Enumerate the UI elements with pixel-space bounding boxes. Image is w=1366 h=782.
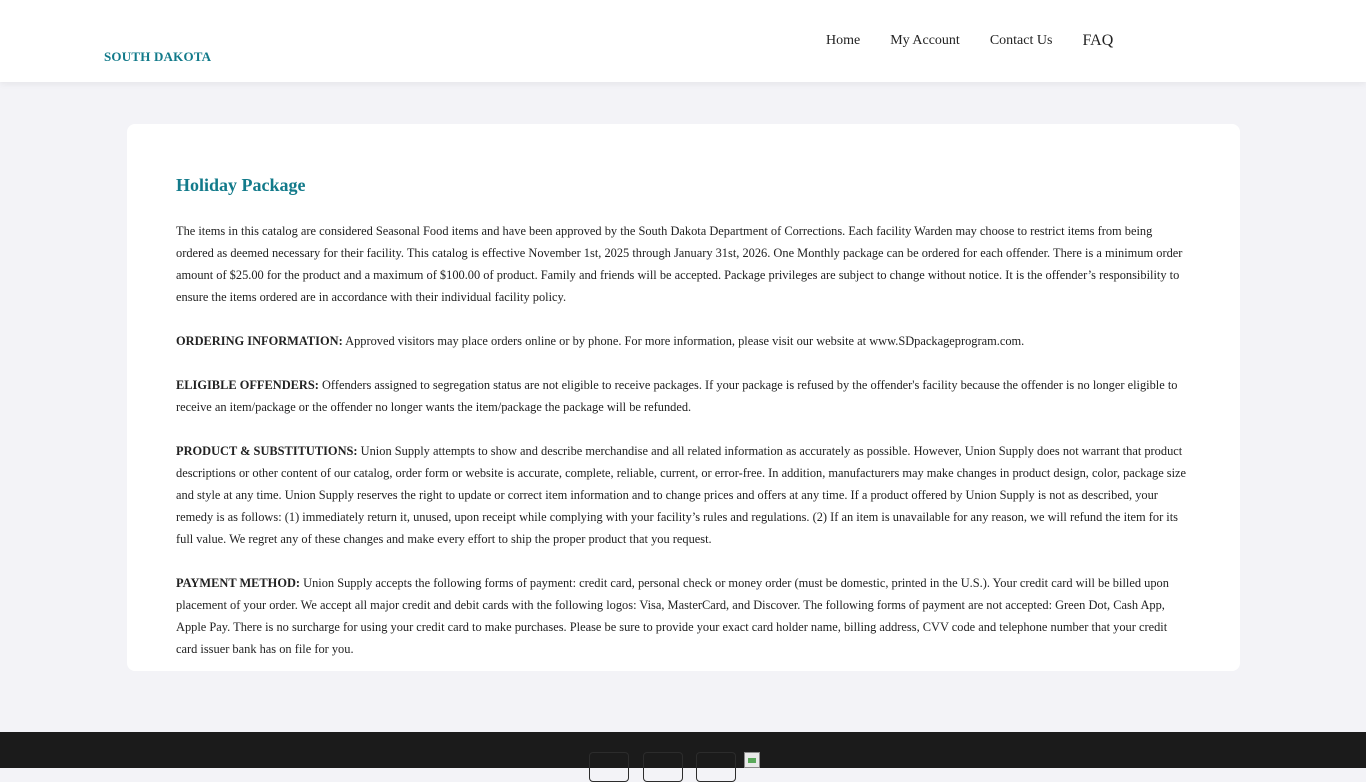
- social-icon[interactable]: [589, 752, 629, 782]
- content-card: Holiday Package The items in this catalo…: [127, 124, 1240, 671]
- payment-method-paragraph: PAYMENT METHOD: Union Supply accepts the…: [176, 572, 1191, 660]
- section-heading: ELIGIBLE OFFENDERS:: [176, 378, 319, 392]
- section-text: Union Supply accepts the following forms…: [176, 576, 1169, 656]
- nav-my-account[interactable]: My Account: [890, 33, 960, 49]
- section-heading: ORDERING INFORMATION:: [176, 334, 343, 348]
- social-icon[interactable]: [696, 752, 736, 782]
- section-text: Approved visitors may place orders onlin…: [345, 334, 1025, 348]
- eligible-offenders-paragraph: ELIGIBLE OFFENDERS: Offenders assigned t…: [176, 374, 1191, 418]
- section-heading: PAYMENT METHOD:: [176, 576, 301, 590]
- main-nav: Home My Account Contact Us FAQ: [826, 32, 1113, 50]
- section-heading: PRODUCT & SUBSTITUTIONS:: [176, 444, 358, 458]
- site-footer: [0, 732, 1366, 782]
- social-icon[interactable]: [643, 752, 683, 782]
- ordering-information-paragraph: ORDERING INFORMATION: Approved visitors …: [176, 330, 1191, 352]
- nav-faq[interactable]: FAQ: [1082, 32, 1113, 50]
- site-header: SOUTH DAKOTA Home My Account Contact Us …: [0, 0, 1366, 82]
- broken-image-icon[interactable]: [744, 752, 760, 768]
- section-text: Offenders assigned to segregation status…: [176, 378, 1178, 414]
- nav-contact-us[interactable]: Contact Us: [990, 33, 1053, 49]
- section-text: Union Supply attempts to show and descri…: [176, 444, 1187, 546]
- intro-paragraph: The items in this catalog are considered…: [176, 224, 1183, 304]
- brand-logo-text[interactable]: SOUTH DAKOTA: [104, 49, 211, 65]
- product-substitutions-paragraph: PRODUCT & SUBSTITUTIONS: Union Supply at…: [176, 440, 1191, 550]
- nav-home[interactable]: Home: [826, 33, 860, 49]
- page-title: Holiday Package: [176, 175, 306, 195]
